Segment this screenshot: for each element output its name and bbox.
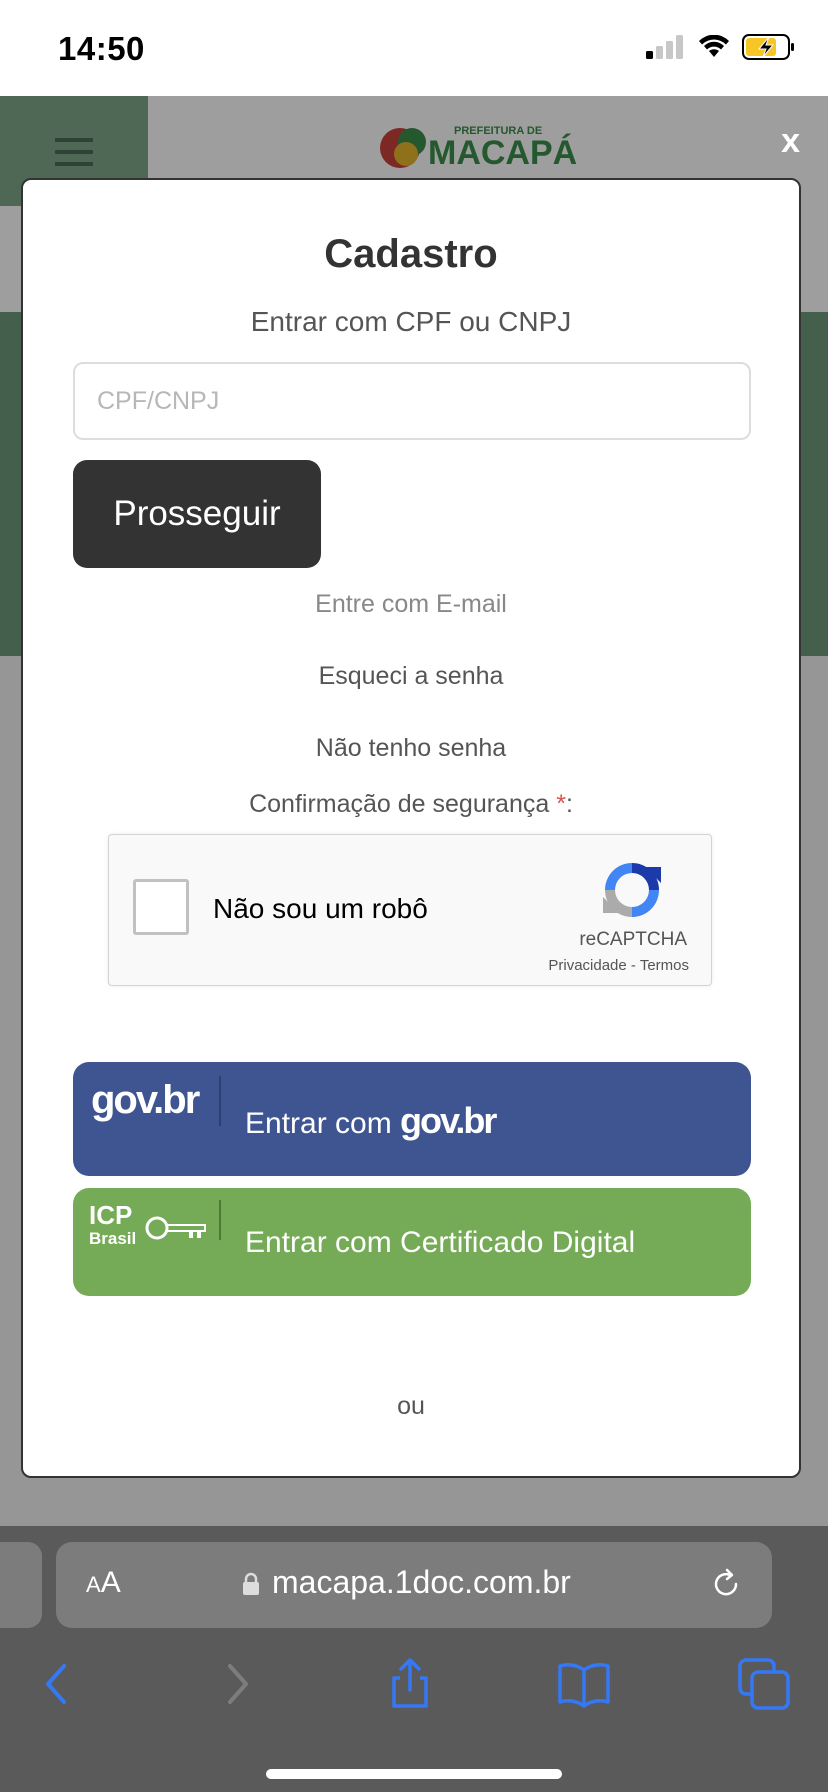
login-modal: Cadastro Entrar com CPF ou CNPJ Prossegu… [21,178,801,1478]
home-indicator [266,1769,562,1779]
cellular-signal-icon [646,35,683,59]
button-divider [219,1200,221,1240]
govbr-inline-logo: gov.br [400,1100,497,1141]
recaptcha-widget: Não sou um robô reCAPTCHA Privacidade - … [108,834,712,986]
status-icons [646,34,796,60]
icp-logo-top: ICP [89,1200,132,1230]
text-size-button[interactable]: AA [86,1566,121,1600]
security-confirmation-label: Confirmação de segurança *: [23,790,799,819]
recaptcha-logo-icon [603,863,661,917]
recaptcha-terms-line: Privacidade - Termos [548,957,689,974]
email-login-link[interactable]: Entre com E-mail [23,590,799,619]
button-divider [219,1076,221,1126]
text-size-large: A [100,1566,121,1599]
modal-subtitle: Entrar com CPF ou CNPJ [250,306,572,337]
status-bar: 14:50 [0,0,828,96]
tabs-icon[interactable] [734,1654,794,1714]
cpf-cnpj-input[interactable] [73,362,751,440]
lock-icon [243,1572,259,1595]
or-separator: ou [397,1392,425,1420]
required-marker: * [556,790,566,818]
recaptcha-brand: reCAPTCHA [579,929,687,950]
icp-logo-bottom: Brasil [89,1229,136,1248]
icp-brasil-logo: ICP Brasil [89,1200,206,1248]
browser-chrome: AA macapa.1doc.com.br [0,1526,828,1792]
share-icon[interactable] [380,1654,440,1714]
govbr-button-label: Entrar com gov.br [245,1100,497,1142]
previous-tab-peek[interactable] [0,1542,42,1628]
govbr-logo: gov.br [91,1078,200,1122]
bookmarks-icon[interactable] [554,1654,614,1714]
address-bar[interactable]: AA macapa.1doc.com.br [56,1542,772,1628]
battery-charging-icon [742,34,794,60]
back-icon[interactable] [28,1654,88,1714]
security-label-text: Confirmação de segurança [249,790,550,818]
govbr-label-prefix: Entrar com [245,1107,401,1140]
url-text: macapa.1doc.com.br [272,1564,571,1600]
wifi-icon [699,35,729,57]
icp-certificate-login-button[interactable]: ICP Brasil Entrar com Certificado Digita… [73,1188,751,1296]
security-label-colon: : [565,790,573,818]
recaptcha-checkbox[interactable] [133,879,189,935]
modal-title: Cadastro [324,232,498,276]
close-button[interactable]: x [781,122,800,161]
forward-icon[interactable] [206,1654,266,1714]
terms-link[interactable]: Termos [640,957,689,974]
reload-icon[interactable] [708,1566,744,1602]
icp-button-label: Entrar com Certificado Digital [245,1226,636,1259]
privacy-link[interactable]: Privacidade [548,957,626,974]
govbr-login-button[interactable]: gov.br Entrar com gov.br [73,1062,751,1176]
text-size-small: A [86,1572,101,1597]
browser-toolbar [0,1654,828,1734]
status-time: 14:50 [58,30,145,67]
recaptcha-label: Não sou um robô [213,893,428,924]
no-password-link[interactable]: Não tenho senha [23,734,799,763]
terms-separator: - [626,957,640,974]
forgot-password-link[interactable]: Esqueci a senha [23,662,799,691]
proceed-button[interactable]: Prosseguir [73,460,321,568]
